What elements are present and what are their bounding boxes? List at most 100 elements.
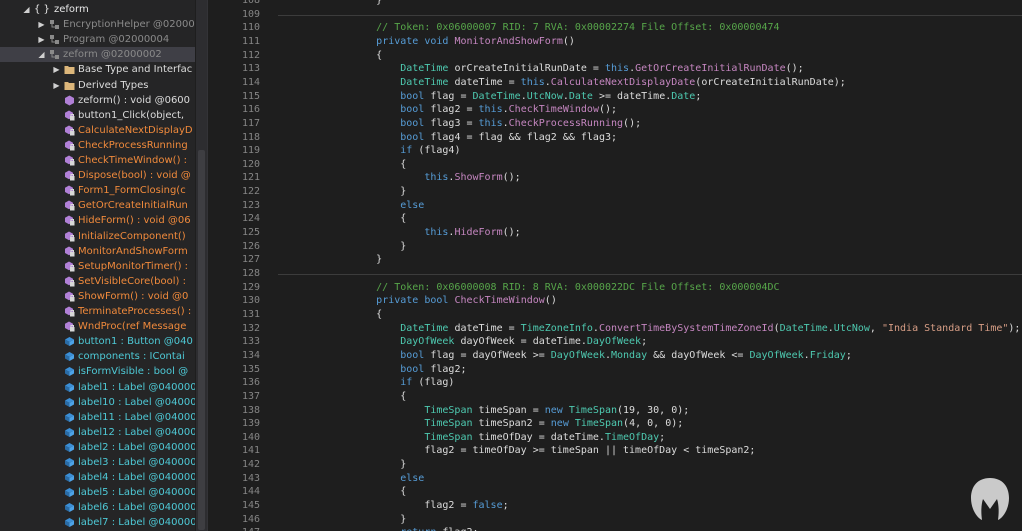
tree-item[interactable]: ShowForm() : void @0 (0, 289, 195, 304)
code-text: if (flag4) (400, 145, 461, 157)
collapsed-arrow-icon[interactable]: ▶ (37, 32, 46, 47)
expanded-arrow-icon[interactable]: ◢ (22, 2, 31, 17)
tree-item[interactable]: ▶ Derived Types (0, 78, 195, 93)
tree-item[interactable]: label10 : Label @04000 (0, 395, 195, 410)
code-line[interactable]: 117 bool flag3 = this.CheckProcessRunnin… (208, 117, 1022, 131)
code-line[interactable]: 134 bool flag = dayOfWeek >= DayOfWeek.M… (208, 349, 1022, 363)
tree-item[interactable]: zeform() : void @0600 (0, 93, 195, 108)
tree-item[interactable]: ▶ Base Type and Interfac (0, 62, 195, 77)
code-line[interactable]: 122 } (208, 185, 1022, 199)
tree-item[interactable]: label5 : Label @040000 (0, 485, 195, 500)
code-line[interactable]: 112 { (208, 49, 1022, 63)
tree-item[interactable]: label11 : Label @04000 (0, 410, 195, 425)
code-line[interactable]: 132 DateTime dateTime = TimeZoneInfo.Con… (208, 322, 1022, 336)
code-text: } (328, 513, 407, 525)
code-line[interactable]: 141 flag2 = timeOfDay >= timeSpan || tim… (208, 444, 1022, 458)
tree-item[interactable]: isFormVisible : bool @ (0, 364, 195, 379)
tree-item[interactable]: GetOrCreateInitialRun (0, 198, 195, 213)
code-line[interactable]: 121 this.ShowForm(); (208, 171, 1022, 185)
line-number: 136 (241, 377, 260, 389)
tree-item[interactable]: button1 : Button @040 (0, 334, 195, 349)
tree-scrollbar-thumb[interactable] (198, 150, 205, 530)
tree-item-label: zeform @02000002 (63, 49, 162, 61)
tree-item[interactable]: SetVisibleCore(bool) : (0, 274, 195, 289)
tree-item[interactable]: WndProc(ref Message (0, 319, 195, 334)
tree-item[interactable]: TerminateProcesses() : (0, 304, 195, 319)
code-line[interactable]: 133 DayOfWeek dayOfWeek = dateTime.DayOf… (208, 335, 1022, 349)
tree-item[interactable]: Dispose(bool) : void @ (0, 168, 195, 183)
code-line[interactable]: 139 TimeSpan timeSpan2 = new TimeSpan(4,… (208, 417, 1022, 431)
code-line[interactable]: 110 // Token: 0x06000007 RID: 7 RVA: 0x0… (208, 21, 1022, 35)
tree-item[interactable]: ◢ zeform @02000002 (0, 47, 195, 63)
line-number: 124 (241, 213, 260, 225)
code-text: } (328, 240, 407, 252)
code-line[interactable]: 131 { (208, 308, 1022, 322)
tree-item[interactable]: Form1_FormClosing(c (0, 183, 195, 198)
code-editor[interactable]: 108 } 109 110 // Token: 0x06000007 RID: 7 … (208, 0, 1022, 531)
code-line[interactable]: 118 bool flag4 = flag && flag2 && flag3; (208, 131, 1022, 145)
code-line[interactable]: 136 if (flag) (208, 376, 1022, 390)
tree-item[interactable]: CheckTimeWindow() : (0, 153, 195, 168)
code-line[interactable]: 114 DateTime dateTime = this.CalculateNe… (208, 76, 1022, 90)
tree-item[interactable]: InitializeComponent() (0, 229, 195, 244)
tree-item[interactable]: ▶ Program @02000004 (0, 32, 195, 47)
tree-item[interactable]: label3 : Label @040000 (0, 455, 195, 470)
tree-item[interactable]: components : IContai (0, 349, 195, 364)
tree-item[interactable]: CheckProcessRunning (0, 138, 195, 153)
code-line[interactable]: 144 { (208, 485, 1022, 499)
code-line[interactable]: 119 if (flag4) (208, 144, 1022, 158)
code-line[interactable]: 126 } (208, 240, 1022, 254)
line-number: 123 (241, 199, 260, 211)
code-comment: // Token: 0x06000008 RID: 8 RVA: 0x00002… (328, 281, 780, 293)
code-line[interactable]: 147 return flag2; (208, 526, 1022, 531)
tree-item[interactable]: label1 : Label @040000 (0, 380, 195, 395)
tree-item-label: CalculateNextDisplayD (78, 124, 193, 136)
tree-item[interactable]: ◢{ } zeform (0, 2, 195, 17)
tree-item[interactable]: label6 : Label @040000 (0, 500, 195, 515)
code-line[interactable]: 108 } (208, 0, 1022, 8)
code-line[interactable]: 124 { (208, 212, 1022, 226)
tree-item[interactable]: label2 : Label @040000 (0, 440, 195, 455)
expanded-arrow-icon[interactable]: ◢ (37, 47, 46, 62)
collapsed-arrow-icon[interactable]: ▶ (52, 78, 61, 93)
tree-item[interactable]: label7 : Label @040000 (0, 515, 195, 530)
tree-item[interactable]: CalculateNextDisplayD (0, 123, 195, 138)
code-line[interactable]: 115 bool flag = DateTime.UtcNow.Date >= … (208, 90, 1022, 104)
tree-scrollbar[interactable] (196, 0, 207, 531)
solution-tree[interactable]: ◢{ } zeform ▶ EncryptionHelper @02000 ▶ Progr… (0, 0, 195, 531)
collapsed-arrow-icon[interactable]: ▶ (52, 62, 61, 77)
tree-item[interactable]: ▶ EncryptionHelper @02000 (0, 17, 195, 32)
code-line[interactable]: 138 TimeSpan timeSpan = new TimeSpan(19,… (208, 404, 1022, 418)
tree-item-label: zeform (54, 4, 89, 15)
tree-item[interactable]: label12 : Label @04000 (0, 425, 195, 440)
code-line[interactable]: 142 } (208, 458, 1022, 472)
tree-item[interactable]: MonitorAndShowForm (0, 244, 195, 259)
code-line[interactable]: 120 { (208, 158, 1022, 172)
collapsed-arrow-icon[interactable]: ▶ (37, 17, 46, 32)
tree-item-label: label2 : Label @040000 (78, 441, 195, 453)
code-line[interactable]: 125 this.HideForm(); (208, 226, 1022, 240)
code-text: DateTime orCreateInitialRunDate = this.G… (400, 63, 804, 75)
tree-item[interactable]: button1_Click(object, (0, 108, 195, 123)
tree-item[interactable]: label4 : Label @040000 (0, 470, 195, 485)
code-line[interactable]: 116 bool flag2 = this.CheckTimeWindow(); (208, 103, 1022, 117)
code-line[interactable]: 130 private bool CheckTimeWindow() (208, 294, 1022, 308)
code-line[interactable]: 123 else (208, 199, 1022, 213)
code-line[interactable]: 137 { (208, 390, 1022, 404)
code-line[interactable]: 129 // Token: 0x06000008 RID: 8 RVA: 0x0… (208, 281, 1022, 295)
tree-item[interactable]: HideForm() : void @06 (0, 213, 195, 228)
line-number: 122 (241, 186, 260, 198)
code-text: return flag2; (328, 526, 478, 531)
code-line[interactable]: 111 private void MonitorAndShowForm() (208, 35, 1022, 49)
code-line[interactable]: 146 } (208, 513, 1022, 527)
method-separator (278, 14, 1022, 16)
code-line[interactable]: 113 DateTime orCreateInitialRunDate = th… (208, 62, 1022, 76)
code-text: TimeSpan timeOfDay = dateTime.TimeOfDay; (424, 431, 666, 443)
tree-item[interactable]: SetupMonitorTimer() : (0, 259, 195, 274)
code-line[interactable]: 127 } (208, 253, 1022, 267)
code-line[interactable]: 135 bool flag2; (208, 363, 1022, 377)
code-line[interactable]: 140 TimeSpan timeOfDay = dateTime.TimeOf… (208, 431, 1022, 445)
code-text: TimeSpan timeSpan = new TimeSpan(19, 30,… (424, 404, 690, 416)
code-line[interactable]: 143 else (208, 472, 1022, 486)
code-line[interactable]: 145 flag2 = false; (208, 499, 1022, 513)
